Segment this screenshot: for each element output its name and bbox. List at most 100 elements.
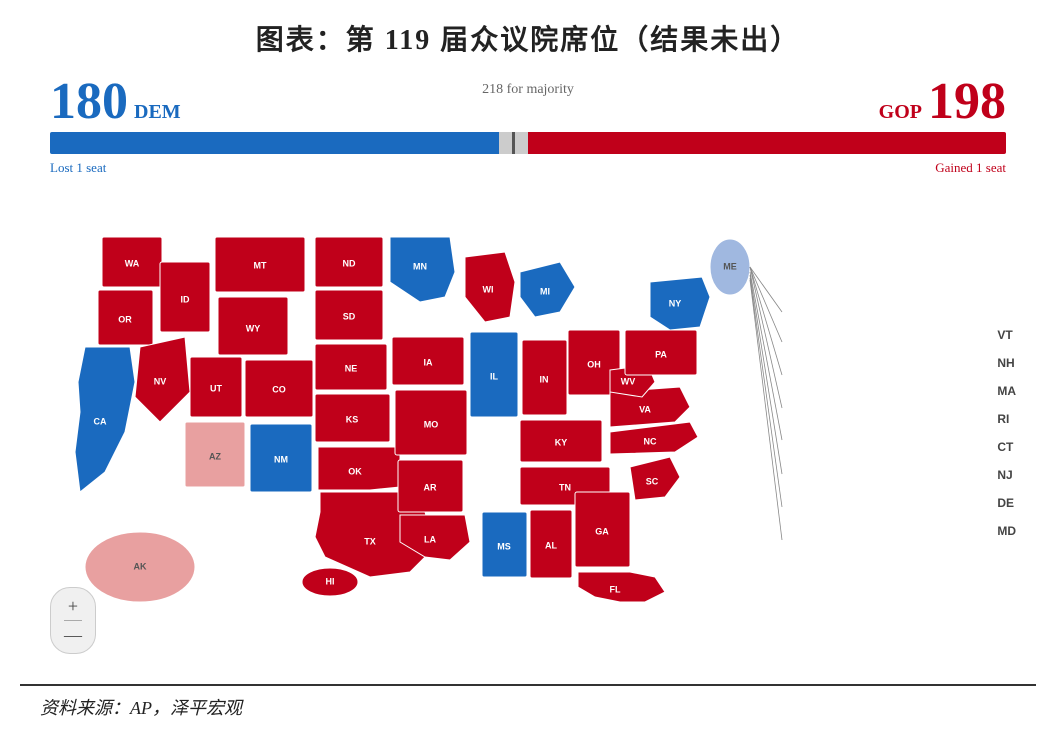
al-label: AL — [545, 540, 557, 550]
state-nv: NV — [135, 337, 190, 422]
state-ia: IA — [392, 337, 464, 385]
state-il: IL — [470, 332, 518, 417]
state-nm: NM — [250, 424, 312, 492]
state-id: ID — [160, 262, 210, 332]
state-mi: MI — [520, 262, 575, 317]
co-label: CO — [272, 384, 286, 394]
state-az: AZ — [185, 422, 245, 487]
dem-label: DEM — [134, 101, 181, 124]
state-pa: PA — [625, 330, 697, 375]
ca-label: CA — [94, 416, 107, 426]
sidebar-state-nh: NH — [997, 356, 1016, 370]
state-wy: WY — [218, 297, 288, 355]
gop-label: GOP — [879, 101, 922, 124]
state-ak: AK — [85, 532, 195, 602]
us-map: AK HI WA OR — [30, 182, 790, 602]
dem-bar — [50, 132, 499, 154]
dem-change-label: Lost 1 seat — [50, 160, 106, 176]
hi-label: HI — [326, 576, 335, 586]
state-ut: UT — [190, 357, 242, 417]
mo-label: MO — [424, 419, 439, 429]
state-ne: NE — [315, 344, 387, 390]
state-me: ME — [710, 239, 750, 295]
oh-label: OH — [587, 359, 601, 369]
page-title: 图表：第 119 届众议院席位（结果未出） — [256, 25, 800, 56]
sidebar-state-ri: RI — [997, 412, 1016, 426]
state-ky: KY — [520, 420, 602, 462]
wv-label: WV — [621, 376, 636, 386]
state-or: OR — [98, 290, 153, 345]
state-ny: NY — [650, 277, 710, 330]
gop-bar — [528, 132, 1006, 154]
map-section: AK HI WA OR — [20, 182, 1036, 684]
zoom-controls: + — — [50, 587, 96, 654]
wi-label: WI — [483, 284, 494, 294]
ia-label: IA — [424, 357, 434, 367]
il-label: IL — [490, 371, 499, 381]
state-ks: KS — [315, 394, 390, 442]
me-label: ME — [723, 261, 737, 271]
nv-label: NV — [154, 376, 167, 386]
bar-section — [20, 132, 1036, 154]
mn-label: MN — [413, 261, 427, 271]
sidebar-state-md: MD — [997, 524, 1016, 538]
ky-label: KY — [555, 437, 568, 447]
state-ok: OK — [318, 447, 400, 490]
state-sd: SD — [315, 290, 383, 340]
gop-score: GOP 198 — [879, 76, 1006, 128]
ok-label: OK — [348, 466, 362, 476]
state-sc: SC — [630, 457, 680, 500]
pa-label: PA — [655, 349, 667, 359]
mi-label: MI — [540, 286, 550, 296]
footer-text: 资料来源：AP，泽平宏观 — [40, 698, 242, 718]
az-label: AZ — [209, 451, 221, 461]
sidebar-state-nj: NJ — [997, 468, 1016, 482]
gop-change-label: Gained 1 seat — [935, 160, 1006, 176]
state-ga: GA — [575, 492, 630, 567]
zoom-out-button[interactable]: — — [63, 625, 83, 645]
ne-label: NE — [345, 363, 358, 373]
state-mo: MO — [395, 390, 467, 455]
dem-number: 180 — [50, 76, 128, 128]
wy-label: WY — [246, 323, 261, 333]
state-nd: ND — [315, 237, 383, 287]
sd-label: SD — [343, 311, 356, 321]
map-container: AK HI WA OR — [30, 182, 992, 684]
tn-label: TN — [559, 482, 571, 492]
seat-change-row: Lost 1 seat Gained 1 seat — [20, 158, 1036, 182]
state-mn: MN — [390, 237, 455, 302]
footer-section: 资料来源：AP，泽平宏观 — [20, 684, 1036, 726]
ms-label: MS — [497, 541, 511, 551]
nc-label: NC — [644, 436, 657, 446]
state-mt: MT — [215, 237, 305, 292]
state-in: IN — [522, 340, 567, 415]
sidebar-states: VT NH MA RI CT NJ DE MD — [992, 182, 1026, 684]
sidebar-state-de: DE — [997, 496, 1016, 510]
ny-label: NY — [669, 298, 682, 308]
title-area: 图表：第 119 届众议院席位（结果未出） — [20, 10, 1036, 68]
ak-label: AK — [134, 561, 147, 571]
state-ca: CA — [75, 347, 135, 492]
state-hi: HI — [302, 568, 358, 596]
majority-line — [512, 132, 515, 154]
center-bar — [499, 132, 528, 154]
state-fl: FL — [578, 572, 665, 602]
state-wi: WI — [465, 252, 515, 322]
mt-label: MT — [254, 260, 267, 270]
main-container: 图表：第 119 届众议院席位（结果未出） 180 DEM 218 for ma… — [0, 0, 1056, 736]
id-label: ID — [181, 294, 191, 304]
nd-label: ND — [343, 258, 356, 268]
sidebar-state-vt: VT — [997, 328, 1016, 342]
state-ar: AR — [398, 460, 463, 512]
sidebar-state-ct: CT — [997, 440, 1016, 454]
la-label: LA — [424, 534, 436, 544]
or-label: OR — [118, 314, 132, 324]
score-section: 180 DEM 218 for majority GOP 198 — [20, 68, 1036, 132]
nm-label: NM — [274, 454, 288, 464]
zoom-in-button[interactable]: + — [63, 596, 83, 616]
ks-label: KS — [346, 414, 359, 424]
dem-score: 180 DEM — [50, 76, 181, 128]
fl-label: FL — [610, 584, 621, 594]
tx-label: TX — [364, 536, 376, 546]
majority-label: 218 for majority — [482, 82, 574, 98]
